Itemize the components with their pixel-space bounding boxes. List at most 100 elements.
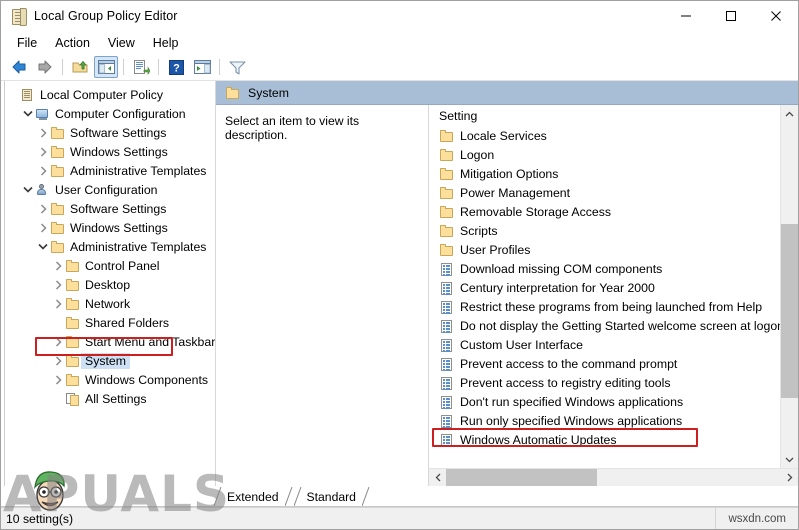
menu-action[interactable]: Action (46, 34, 99, 52)
policy-icon (439, 338, 455, 352)
tab-extended-label: Extended (227, 489, 279, 504)
chevron-right-icon[interactable] (51, 355, 65, 366)
tree-node-label: Software Settings (70, 201, 167, 216)
settings-list-row[interactable]: Download missing COM components (429, 259, 780, 278)
chevron-down-icon[interactable] (36, 243, 50, 250)
settings-list-row[interactable]: Prevent access to the command prompt (429, 354, 780, 373)
chevron-right-icon[interactable] (36, 127, 50, 138)
forward-arrow-icon[interactable] (33, 56, 57, 78)
export-list-icon[interactable] (129, 56, 153, 78)
tab-standard[interactable]: Standard (293, 486, 370, 507)
tree-node-label: Administrative Templates (70, 239, 207, 254)
tree-node-label: Administrative Templates (70, 163, 207, 178)
menu-file[interactable]: File (8, 34, 46, 52)
column-header-setting[interactable]: Setting (429, 105, 780, 126)
tree-node-shared-folders[interactable]: Shared Folders (1, 313, 215, 332)
chevron-right-icon[interactable] (51, 336, 65, 347)
settings-list-row[interactable]: Century interpretation for Year 2000 (429, 278, 780, 297)
chevron-down-icon[interactable] (21, 186, 35, 193)
settings-list-row[interactable]: Custom User Interface (429, 335, 780, 354)
settings-list-row[interactable]: Restrict these programs from being launc… (429, 297, 780, 316)
folder-icon (439, 205, 455, 219)
settings-list-row[interactable]: Mitigation Options (429, 164, 780, 183)
local-group-policy-editor-window: Local Group Policy Editor File Action Vi… (0, 0, 799, 530)
vertical-scroll-track[interactable] (781, 122, 798, 451)
folder-icon (50, 202, 66, 216)
settings-pane-header: System (216, 81, 798, 105)
tree-node-start-menu-and-taskbar[interactable]: Start Menu and Taskbar (1, 332, 215, 351)
chevron-right-icon[interactable] (36, 146, 50, 157)
settings-list-row[interactable]: Run only specified Windows applications (429, 411, 780, 430)
settings-list-row[interactable]: User Profiles (429, 240, 780, 259)
tree-node-local-computer-policy[interactable]: Local Computer Policy (1, 85, 215, 104)
status-site-label: wsxdn.com (715, 508, 798, 529)
chevron-right-icon[interactable] (51, 374, 65, 385)
all-settings-icon (65, 392, 81, 406)
horizontal-scroll-track[interactable] (446, 469, 781, 486)
tree-node-label: Software Settings (70, 125, 167, 140)
tab-slant-right (284, 486, 294, 507)
show-hide-console-tree-icon[interactable] (94, 56, 118, 78)
settings-list-row[interactable]: Scripts (429, 221, 780, 240)
settings-list-vertical-scrollbar[interactable] (780, 105, 798, 468)
horizontal-scroll-thumb[interactable] (446, 469, 597, 486)
settings-list-row[interactable]: Do not display the Getting Started welco… (429, 316, 780, 335)
chevron-right-icon[interactable] (51, 298, 65, 309)
scroll-left-icon[interactable] (429, 469, 446, 486)
minimize-button[interactable] (663, 1, 708, 31)
tree-node-computer-configuration[interactable]: Computer Configuration (1, 104, 215, 123)
tree-node-desktop[interactable]: Desktop (1, 275, 215, 294)
settings-list-horizontal-scrollbar[interactable] (429, 468, 798, 486)
help-icon[interactable]: ? (164, 56, 188, 78)
maximize-button[interactable] (708, 1, 753, 31)
chevron-right-icon[interactable] (51, 260, 65, 271)
tree-node-control-panel[interactable]: Control Panel (1, 256, 215, 275)
tree-node-software-settings[interactable]: Software Settings (1, 123, 215, 142)
settings-list-row[interactable]: Removable Storage Access (429, 202, 780, 221)
tree-node-windows-settings[interactable]: Windows Settings (1, 218, 215, 237)
tree-node-label: System (81, 352, 130, 369)
tree-node-windows-components[interactable]: Windows Components (1, 370, 215, 389)
policy-icon (439, 357, 455, 371)
close-button[interactable] (753, 1, 798, 31)
chevron-right-icon[interactable] (51, 279, 65, 290)
tree-node-user-configuration[interactable]: User Configuration (1, 180, 215, 199)
scroll-up-icon[interactable] (781, 105, 798, 122)
back-arrow-icon[interactable] (7, 56, 31, 78)
tree-node-administrative-templates[interactable]: Administrative Templates (1, 237, 215, 256)
chevron-right-icon[interactable] (36, 222, 50, 233)
tree-node-windows-settings[interactable]: Windows Settings (1, 142, 215, 161)
chevron-right-icon[interactable] (36, 203, 50, 214)
settings-list-row[interactable]: Don't run specified Windows applications (429, 392, 780, 411)
menu-view[interactable]: View (99, 34, 144, 52)
tree-node-administrative-templates[interactable]: Administrative Templates (1, 161, 215, 180)
scroll-down-icon[interactable] (781, 451, 798, 468)
chevron-right-icon[interactable] (36, 165, 50, 176)
settings-list-panel: Setting Locale Services Logon Mitigation O… (428, 105, 798, 486)
scroll-right-icon[interactable] (781, 469, 798, 486)
tree-node-all-settings[interactable]: All Settings (1, 389, 215, 408)
tab-extended[interactable]: Extended (213, 486, 292, 507)
vertical-scroll-thumb[interactable] (781, 223, 798, 399)
policy-icon (439, 319, 455, 333)
settings-list-row[interactable]: Windows Automatic Updates (429, 430, 780, 449)
tree-node-network[interactable]: Network (1, 294, 215, 313)
tree-node-label: Shared Folders (85, 315, 170, 330)
settings-list-row[interactable]: Locale Services (429, 126, 780, 145)
menu-help[interactable]: Help (144, 34, 188, 52)
tree-node-system[interactable]: System (1, 351, 215, 370)
policy-icon (439, 262, 455, 276)
up-one-level-icon[interactable] (68, 56, 92, 78)
settings-list-row[interactable]: Power Management (429, 183, 780, 202)
settings-list-row[interactable]: Logon (429, 145, 780, 164)
chevron-down-icon[interactable] (21, 110, 35, 117)
settings-list-main: Setting Locale Services Logon Mitigation O… (429, 105, 780, 468)
settings-list-row-label: User Profiles (460, 242, 531, 257)
filter-icon[interactable] (225, 56, 249, 78)
properties-icon[interactable] (190, 56, 214, 78)
settings-list: Locale Services Logon Mitigation Options Po… (429, 126, 780, 468)
folder-icon (65, 335, 81, 349)
tree-node-label: All Settings (85, 391, 147, 406)
tree-node-software-settings[interactable]: Software Settings (1, 199, 215, 218)
settings-list-row[interactable]: Prevent access to registry editing tools (429, 373, 780, 392)
